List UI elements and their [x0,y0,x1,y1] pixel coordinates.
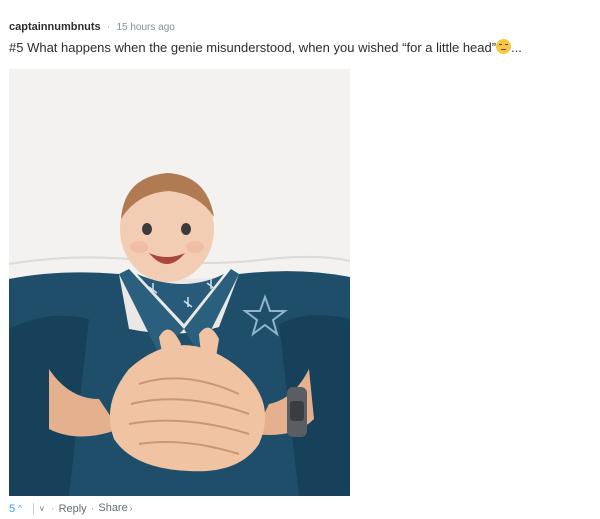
separator-dot: · [50,502,55,515]
comment-ellipsis: ... [511,40,522,55]
comment-footer: 5 ^ v · Reply · Share › [9,501,132,516]
comment-header: captainnumbnuts · 15 hours ago [9,20,175,35]
comment-body: #5 What happens when the genie misunders… [9,39,522,56]
downvote-icon[interactable]: v [40,502,44,516]
timestamp[interactable]: 15 hours ago [116,22,174,33]
username[interactable]: captainnumbnuts [9,21,101,33]
separator-dot: · [106,21,111,33]
unamused-emoji-icon [496,39,512,54]
vote-divider [32,502,34,515]
share-button[interactable]: Share › [98,501,132,516]
chevron-right-icon: › [129,504,133,513]
comment-image[interactable] [9,69,350,496]
reply-button[interactable]: Reply [59,502,87,516]
comment-text: #5 What happens when the genie misunders… [9,40,497,55]
upvote-icon[interactable]: ^ [18,502,22,516]
share-label: Share [98,502,128,514]
separator-dot: · [90,502,95,515]
vote-count: 5 [9,502,16,515]
